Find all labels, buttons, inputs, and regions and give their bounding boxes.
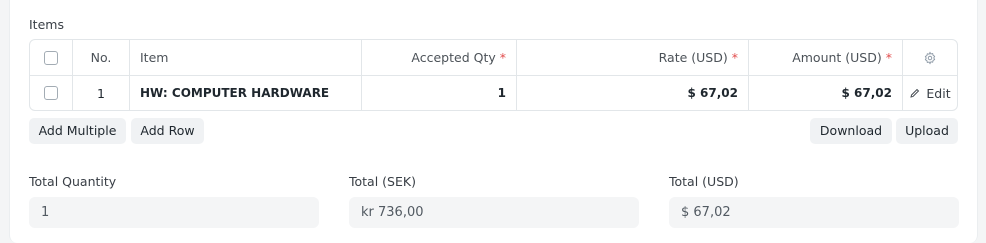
- header-amount-label: Amount (USD): [792, 50, 882, 65]
- header-item: Item: [130, 40, 362, 75]
- select-all-checkbox[interactable]: [44, 50, 58, 65]
- row-item[interactable]: HW: COMPUTER HARDWARE: [130, 76, 362, 110]
- header-accepted-qty-label: Accepted Qty: [411, 50, 496, 65]
- required-mark: *: [499, 50, 506, 65]
- header-rate-label: Rate (USD): [658, 50, 728, 65]
- required-mark: *: [731, 50, 738, 65]
- row-no: 1: [73, 76, 130, 110]
- edit-link[interactable]: Edit: [909, 85, 951, 101]
- pencil-icon: [910, 88, 920, 98]
- total-quantity-label: Total Quantity: [29, 174, 117, 189]
- column-settings-button[interactable]: [903, 40, 957, 75]
- row-select-cell[interactable]: [30, 76, 73, 110]
- total-usd-field: $ 67,02: [669, 197, 959, 228]
- items-table: No. Item Accepted Qty * Rate (USD) * Amo…: [29, 39, 958, 111]
- total-quantity-field: 1: [29, 197, 319, 228]
- total-sek-field: kr 736,00: [349, 197, 639, 228]
- upload-button[interactable]: Upload: [896, 118, 958, 144]
- header-rate: Rate (USD) *: [517, 40, 749, 75]
- row-amount: $ 67,02: [749, 76, 903, 110]
- table-header-row: No. Item Accepted Qty * Rate (USD) * Amo…: [30, 40, 957, 75]
- total-usd-label: Total (USD): [669, 174, 739, 189]
- edit-label: Edit: [926, 85, 951, 101]
- gear-icon[interactable]: [923, 51, 937, 65]
- add-multiple-button[interactable]: Add Multiple: [29, 118, 126, 144]
- table-row[interactable]: 1 HW: COMPUTER HARDWARE 1 $ 67,02 $ 67,0…: [30, 76, 957, 110]
- header-no: No.: [73, 40, 130, 75]
- add-row-button[interactable]: Add Row: [131, 118, 204, 144]
- total-sek-label: Total (SEK): [349, 174, 416, 189]
- header-amount: Amount (USD) *: [749, 40, 903, 75]
- header-accepted-qty: Accepted Qty *: [362, 40, 517, 75]
- row-accepted-qty[interactable]: 1: [362, 76, 517, 110]
- download-button[interactable]: Download: [810, 118, 892, 144]
- required-mark: *: [885, 50, 892, 65]
- select-all-cell[interactable]: [30, 40, 73, 75]
- section-title: Items: [29, 17, 64, 32]
- row-edit-button[interactable]: Edit: [903, 76, 957, 110]
- row-checkbox[interactable]: [44, 86, 58, 100]
- row-rate[interactable]: $ 67,02: [517, 76, 749, 110]
